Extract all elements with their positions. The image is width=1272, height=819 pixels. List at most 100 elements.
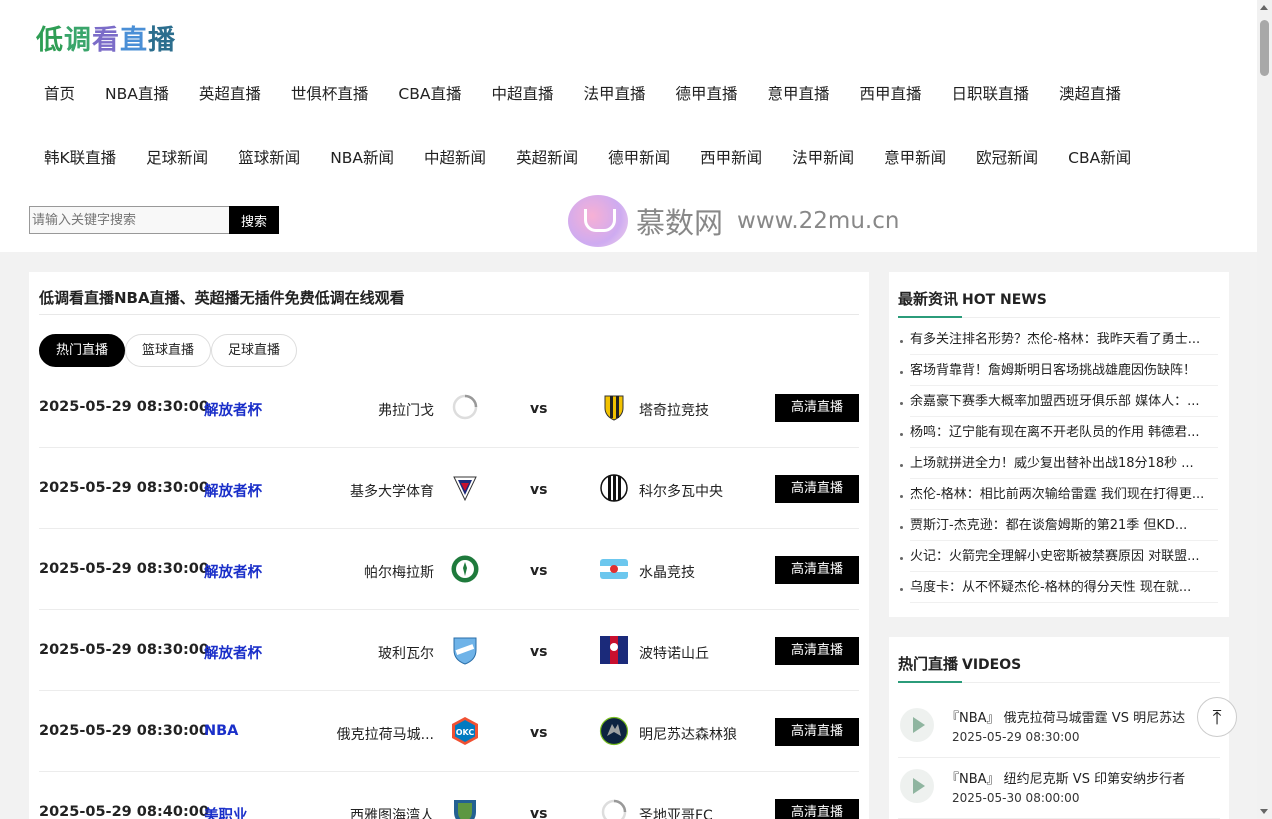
nav-item[interactable]: 世俱杯直播 (276, 82, 384, 104)
news-title-en: HOT NEWS (962, 292, 1047, 308)
news-item-text[interactable]: 贾斯汀-杰克逊：都在谈詹姆斯的第21季 但KD... (910, 518, 1218, 541)
news-item-text[interactable]: 客场背靠背！詹姆斯明日客场挑战雄鹿因伤缺阵！ (910, 363, 1218, 386)
tab-basketball-live[interactable]: 篮球直播 (125, 334, 212, 367)
logo-char: 低 (36, 25, 64, 56)
logo-char: 看 (92, 25, 120, 56)
nav-item[interactable]: 英超直播 (184, 82, 276, 104)
news-item-text[interactable]: 有多关注排名形势？杰伦-格林：我昨天看了勇士... (910, 332, 1218, 355)
hd-live-button[interactable]: 高清直播 (775, 475, 859, 503)
scroll-down-icon[interactable] (1260, 809, 1268, 814)
home-team: 基多大学体育 (350, 484, 434, 500)
home-team: 玻利瓦尔 (378, 646, 434, 662)
hd-live-button[interactable]: 高清直播 (775, 799, 859, 819)
video-item[interactable]: 『NBA』 俄克拉荷马城雷霆 VS 明尼苏达 2025-05-29 08:30:… (898, 697, 1220, 758)
nav-item[interactable]: 日职联直播 (937, 82, 1045, 104)
nav-row-2: 韩K联直播 足球新闻 篮球新闻 NBA新闻 中超新闻 英超新闻 德甲新闻 西甲新… (29, 146, 1146, 168)
scrollbar[interactable] (1257, 0, 1272, 819)
nav-item[interactable]: 足球新闻 (131, 146, 223, 168)
video-item[interactable]: 『NBA』 纽约尼克斯 VS 印第安纳步行者 2025-05-30 08:00:… (898, 758, 1220, 819)
nav-item[interactable]: 首页 (29, 82, 90, 104)
nav-item[interactable]: 中超直播 (476, 82, 568, 104)
nav-item[interactable]: NBA新闻 (315, 146, 409, 168)
nav-item[interactable]: 法甲直播 (568, 82, 660, 104)
news-panel: 最新资讯 HOT NEWS 有多关注排名形势？杰伦-格林：我昨天看了勇士... 客… (889, 272, 1229, 617)
scrollbar-thumb[interactable] (1260, 20, 1269, 76)
away-team: 科尔多瓦中央 (639, 484, 723, 500)
vs-label: vs (530, 644, 548, 660)
nav-item[interactable]: 欧冠新闻 (961, 146, 1053, 168)
hd-live-button[interactable]: 高清直播 (775, 637, 859, 665)
video-title[interactable]: 『NBA』 俄克拉荷马城雷霆 VS 明尼苏达 (946, 707, 1185, 726)
match-time: 2025-05-29 08:40:00 (39, 804, 209, 819)
nav-item[interactable]: 韩K联直播 (29, 146, 131, 168)
match-row: 2025-05-29 08:30:00 NBA 俄克拉荷马城... OKC vs… (39, 691, 859, 772)
news-item[interactable]: 贾斯汀-杰克逊：都在谈詹姆斯的第21季 但KD... (898, 518, 1218, 549)
back-to-top-button[interactable]: ⤒ (1197, 697, 1237, 737)
nav-item[interactable]: 篮球新闻 (223, 146, 315, 168)
news-item-text[interactable]: 乌度卡：从不怀疑杰伦-格林的得分天性 现在就... (910, 580, 1218, 603)
nav-item[interactable]: 意甲直播 (753, 82, 845, 104)
match-league-link[interactable]: 解放者杯 (204, 561, 262, 582)
news-item[interactable]: 杨鸣：辽宁能有现在离不开老队员的作用 韩德君... (898, 425, 1218, 456)
play-icon[interactable] (900, 769, 934, 803)
hd-live-button[interactable]: 高清直播 (775, 718, 859, 746)
play-icon[interactable] (900, 708, 934, 742)
nav-item[interactable]: CBA新闻 (1053, 146, 1146, 168)
tab-football-live[interactable]: 足球直播 (211, 334, 298, 367)
match-league-link[interactable]: 解放者杯 (204, 642, 262, 663)
hd-live-button[interactable]: 高清直播 (775, 394, 859, 422)
news-item[interactable]: 火记：火箭完全理解小史密斯被禁赛原因 对联盟... (898, 549, 1218, 580)
watermark-logo-icon (568, 195, 628, 247)
match-league-link[interactable]: 解放者杯 (204, 399, 262, 420)
nav-item[interactable]: 澳超直播 (1044, 82, 1136, 104)
nav-item[interactable]: CBA直播 (383, 82, 476, 104)
news-item[interactable]: 乌度卡：从不怀疑杰伦-格林的得分天性 现在就... (898, 580, 1218, 611)
search-button[interactable]: 搜索 (229, 206, 279, 234)
nav-item[interactable]: 法甲新闻 (777, 146, 869, 168)
news-item-text[interactable]: 余嘉豪下赛季大概率加盟西班牙俱乐部 媒体人：... (910, 394, 1218, 417)
tachira-crest-icon (604, 395, 624, 421)
nav-item[interactable]: 英超新闻 (501, 146, 593, 168)
scroll-up-icon[interactable] (1260, 5, 1268, 10)
seattle-crest-icon (454, 800, 476, 819)
news-item-text[interactable]: 杰伦-格林：相比前两次输给雷霆 我们现在打得更... (910, 487, 1218, 510)
nav-item[interactable]: 西甲直播 (845, 82, 937, 104)
video-list: 『NBA』 俄克拉荷马城雷霆 VS 明尼苏达 2025-05-29 08:30:… (898, 697, 1220, 819)
news-panel-title: 最新资讯 HOT NEWS (898, 288, 1220, 318)
nav-item[interactable]: 意甲新闻 (869, 146, 961, 168)
news-item-text[interactable]: 杨鸣：辽宁能有现在离不开老队员的作用 韩德君... (910, 425, 1218, 448)
logo-char: 调 (64, 25, 92, 56)
news-item[interactable]: 余嘉豪下赛季大概率加盟西班牙俱乐部 媒体人：... (898, 394, 1218, 425)
match-league-link[interactable]: NBA (204, 723, 238, 739)
match-league-link[interactable]: 解放者杯 (204, 480, 262, 501)
match-time: 2025-05-29 08:30:00 (39, 480, 209, 496)
home-team: 帕尔梅拉斯 (364, 565, 434, 581)
nav-item[interactable]: 中超新闻 (409, 146, 501, 168)
live-schedule-panel: 低调看直播NBA直播、英超播无插件免费低调在线观看 热门直播 篮球直播 足球直播… (29, 272, 869, 819)
news-item-text[interactable]: 火记：火箭完全理解小史密斯被禁赛原因 对联盟... (910, 549, 1218, 572)
video-title[interactable]: 『NBA』 纽约尼克斯 VS 印第安纳步行者 (946, 768, 1185, 787)
news-list: 有多关注排名形势？杰伦-格林：我昨天看了勇士... 客场背靠背！詹姆斯明日客场挑… (898, 332, 1220, 611)
news-item-text[interactable]: 上场就拼进全力！威少复出替补出战18分18秒 ... (910, 456, 1218, 479)
wolves-logo-icon (599, 716, 629, 746)
match-time: 2025-05-29 08:30:00 (39, 642, 209, 658)
search-input[interactable] (29, 206, 229, 234)
home-team: 西雅图海湾人 (350, 808, 434, 819)
match-row: 2025-05-29 08:40:00 美职业 西雅图海湾人 vs 圣地亚哥FC… (39, 772, 859, 819)
nav-item[interactable]: 德甲新闻 (593, 146, 685, 168)
cristal-crest-icon (600, 559, 628, 579)
match-row: 2025-05-29 08:30:00 解放者杯 弗拉门戈 vs 塔奇拉竞技 高… (39, 367, 859, 448)
nav-item[interactable]: 西甲新闻 (685, 146, 777, 168)
site-logo[interactable]: 低调看直播 (36, 18, 176, 57)
news-item[interactable]: 杰伦-格林：相比前两次输给雷霆 我们现在打得更... (898, 487, 1218, 518)
news-item[interactable]: 有多关注排名形势？杰伦-格林：我昨天看了勇士... (898, 332, 1218, 363)
tab-hot-live[interactable]: 热门直播 (39, 334, 126, 367)
nav-item[interactable]: 德甲直播 (660, 82, 752, 104)
news-item[interactable]: 客场背靠背！詹姆斯明日客场挑战雄鹿因伤缺阵！ (898, 363, 1218, 394)
vs-label: vs (530, 725, 548, 741)
match-league-link[interactable]: 美职业 (204, 804, 248, 819)
arrow-up-icon: ⤒ (1212, 705, 1222, 729)
nav-item[interactable]: NBA直播 (90, 82, 184, 104)
news-item[interactable]: 上场就拼进全力！威少复出替补出战18分18秒 ... (898, 456, 1218, 487)
hd-live-button[interactable]: 高清直播 (775, 556, 859, 584)
